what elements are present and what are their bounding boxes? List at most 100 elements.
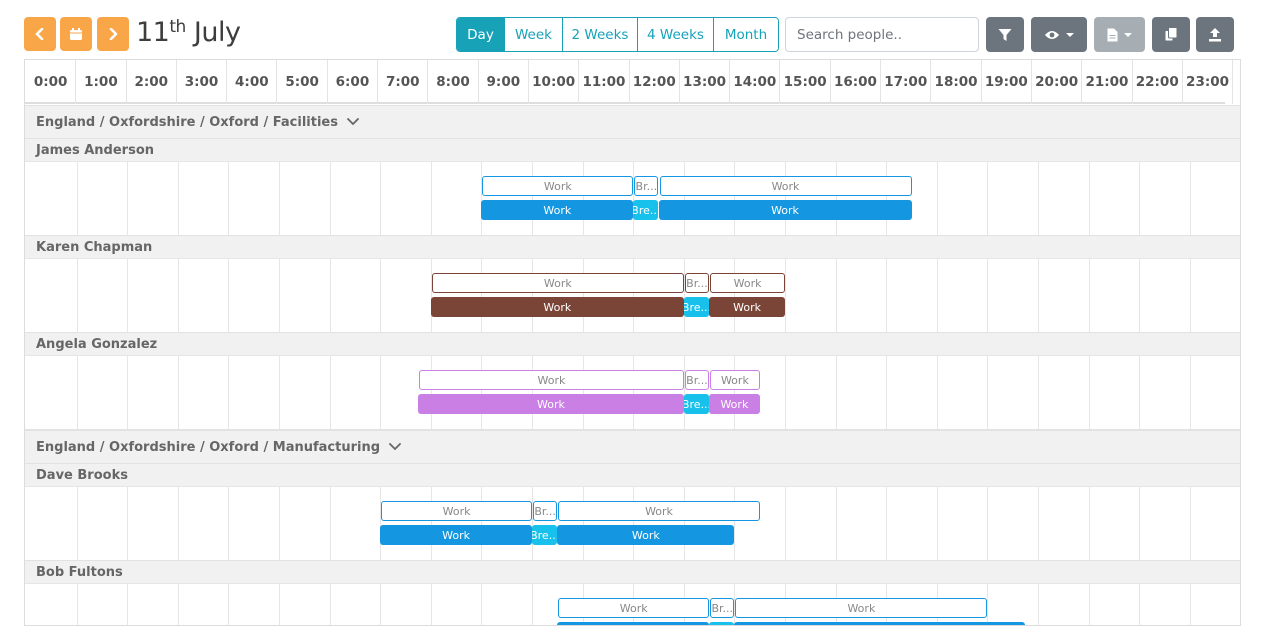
hour-gridline (1189, 584, 1191, 625)
filter-button[interactable] (986, 17, 1024, 52)
actual-break-bar[interactable]: Bre... (683, 394, 710, 414)
person-row: James Anderson (25, 139, 1240, 162)
group-row[interactable]: England / Oxfordshire / Oxford / Manufac… (25, 430, 1240, 464)
actual-shift-bar[interactable]: Work (418, 394, 684, 414)
hour-gridline (380, 259, 382, 332)
chevron-left-icon (35, 28, 44, 40)
hour-gridline (228, 259, 230, 332)
planned-shift-bar[interactable]: Br... (710, 598, 735, 618)
planned-shift-bar[interactable]: Work (482, 176, 634, 196)
hour-gridline (430, 584, 432, 625)
hour-gridline (329, 162, 331, 235)
view-4-weeks-button[interactable]: 4 Weeks (637, 18, 713, 51)
copy-button[interactable] (1152, 17, 1190, 52)
planned-shift-bar[interactable]: Work (419, 370, 684, 390)
hour-gridline (1088, 584, 1090, 625)
view-month-button[interactable]: Month (713, 18, 778, 51)
hour-gridline (380, 487, 382, 560)
hour-gridline (127, 584, 129, 625)
hour-gridline (279, 584, 280, 625)
planned-shift-bar[interactable]: Br... (684, 370, 710, 390)
view-week-button[interactable]: Week (504, 18, 562, 51)
group-row[interactable]: England / Oxfordshire / Oxford / Facilit… (25, 105, 1240, 139)
hour-gridline (1189, 356, 1191, 429)
planned-shift-bar[interactable]: Work (735, 598, 988, 618)
view-day-button[interactable]: Day (457, 18, 504, 51)
actual-break-bar[interactable] (709, 622, 735, 625)
planned-shift-bar[interactable]: Work (710, 370, 760, 390)
planned-shift-bar[interactable]: Br... (684, 273, 710, 293)
chevron-down-icon[interactable] (347, 116, 359, 128)
hour-gridline (177, 162, 179, 235)
hour-gridline (127, 487, 129, 560)
hour-header-cell: 9:00 (479, 60, 529, 104)
actual-break-bar[interactable]: Bre... (633, 200, 659, 220)
hour-gridline (1088, 162, 1090, 235)
document-icon (1107, 28, 1118, 41)
group-name: England / Oxfordshire / Oxford / Facilit… (36, 114, 338, 130)
planned-shift-bar[interactable]: Br... (533, 501, 558, 521)
actual-shift-bar[interactable]: Work (709, 394, 760, 414)
actual-shift-bar[interactable] (557, 622, 710, 625)
document-dropdown-button[interactable] (1094, 17, 1145, 52)
actual-break-bar[interactable]: Bre... (532, 525, 558, 545)
hour-gridline (279, 162, 280, 235)
hour-gridline (835, 487, 837, 560)
planned-shift-bar[interactable]: Work (558, 501, 760, 521)
hour-header-cell: 6:00 (328, 60, 379, 104)
chevron-down-icon[interactable] (389, 441, 401, 453)
planned-shift-bar[interactable]: Work (381, 501, 532, 521)
actual-shift-bar[interactable]: Work (481, 200, 634, 220)
planned-shift-bar[interactable]: Br... (634, 176, 659, 196)
title-month: July (193, 16, 241, 48)
person-row: Bob Fultons (25, 561, 1240, 584)
export-button[interactable] (1196, 17, 1234, 52)
next-day-button[interactable] (97, 17, 129, 51)
actual-break-bar[interactable]: Bre... (683, 297, 710, 317)
search-people-input[interactable] (785, 17, 979, 52)
previous-day-button[interactable] (24, 17, 56, 51)
filter-icon (998, 28, 1012, 41)
planned-shift-bar[interactable]: Work (431, 273, 684, 293)
date-picker-button[interactable] (60, 17, 92, 51)
hour-gridline (76, 162, 78, 235)
hour-gridline (177, 259, 179, 332)
group-label: England / Oxfordshire / Oxford / Manufac… (36, 431, 401, 463)
actual-shift-bar[interactable]: Work (658, 200, 912, 220)
actual-shift-bar[interactable]: Work (709, 297, 785, 317)
hour-gridline (1038, 259, 1039, 332)
planned-shift-bar[interactable]: Work (659, 176, 912, 196)
hour-gridline (481, 162, 483, 235)
hour-gridline (683, 162, 685, 235)
hour-header-cell: 12:00 (630, 60, 680, 104)
hour-gridline (127, 356, 129, 429)
actual-shift-bar[interactable]: Work (430, 297, 684, 317)
actual-shift-bar[interactable]: Work (380, 525, 532, 545)
hour-gridline (936, 259, 938, 332)
hour-gridline (734, 259, 736, 332)
hour-gridline (279, 356, 280, 429)
hour-gridline (683, 487, 685, 560)
hour-header-cell: 19:00 (982, 60, 1032, 104)
chevron-right-icon (109, 28, 118, 40)
hour-gridline (228, 487, 230, 560)
hour-header-cell: 2:00 (127, 60, 177, 104)
view-2-weeks-button[interactable]: 2 Weeks (562, 18, 637, 51)
visibility-dropdown-button[interactable] (1031, 17, 1087, 52)
hour-gridline (1088, 487, 1090, 560)
hour-gridline (430, 162, 432, 235)
actual-shift-bar[interactable]: Work (557, 525, 735, 545)
hour-gridline (785, 487, 786, 560)
hour-gridline (886, 259, 888, 332)
hour-gridline (835, 356, 837, 429)
hour-gridline (430, 487, 432, 560)
hour-gridline (785, 259, 786, 332)
hour-gridline (1189, 259, 1191, 332)
hour-gridline (987, 259, 989, 332)
planned-shift-bar[interactable]: Work (558, 598, 710, 618)
hour-gridline (481, 356, 483, 429)
hour-gridline (582, 487, 584, 560)
planned-shift-bar[interactable]: Work (710, 273, 785, 293)
hour-gridline (532, 259, 533, 332)
actual-shift-bar[interactable] (734, 622, 1026, 625)
